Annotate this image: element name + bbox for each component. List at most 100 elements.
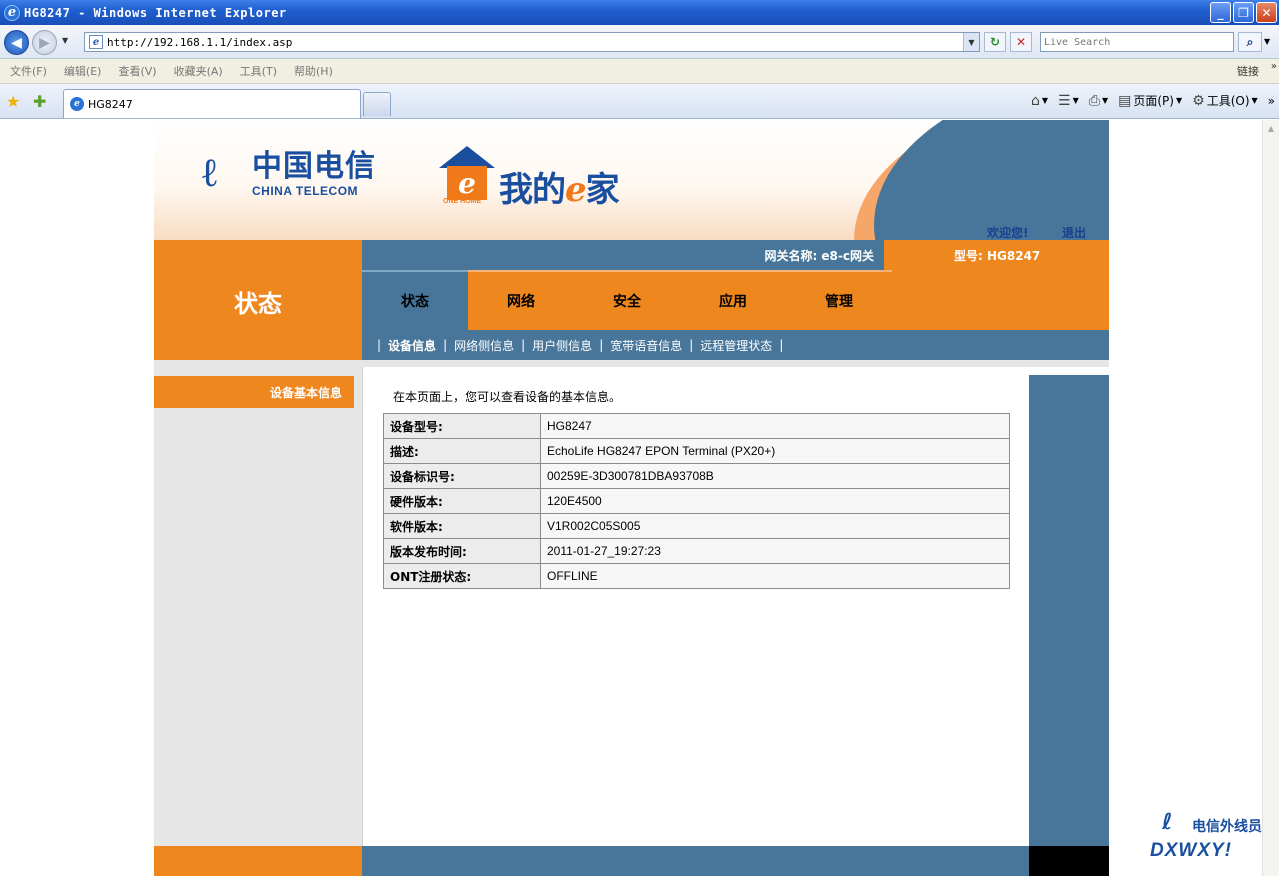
china-telecom-mark-icon: ℓ [202, 149, 217, 196]
search-box[interactable] [1040, 32, 1234, 52]
window-controls: _ ❐ ✕ [1210, 2, 1277, 23]
main-tabs: 状态 网络 安全 应用 管理 [362, 270, 1109, 330]
banner-swoosh-blue [874, 120, 1109, 240]
menu-help[interactable]: 帮助(H) [294, 63, 333, 79]
logout-link[interactable]: 退出 [1062, 224, 1086, 240]
left-subnav-block [154, 330, 362, 360]
table-row: 硬件版本: 120E4500 [383, 488, 1010, 514]
tab-network[interactable]: 网络 [468, 270, 574, 330]
minimize-button[interactable]: _ [1210, 2, 1231, 23]
command-bar: ⌂ ▼ ☰ ▼ ⎙ ▼ ▤ 页面(P) ▼ ⚙ 工具(O) ▼ » [1025, 92, 1275, 109]
page-menu-button[interactable]: ▤ 页面(P) ▼ [1118, 92, 1182, 109]
maximize-button[interactable]: ❐ [1233, 2, 1254, 23]
print-button[interactable]: ⎙ ▼ [1089, 93, 1108, 109]
url-field[interactable]: e http://192.168.1.1/index.asp ▼ [84, 32, 980, 52]
subnav-device-info[interactable]: 设备信息 [388, 337, 436, 354]
menu-view[interactable]: 查看(V) [118, 63, 156, 79]
home-button[interactable]: ⌂ ▼ [1031, 93, 1048, 109]
watermark: ℓ 电信外线员 DXWXY! [1150, 810, 1275, 865]
tools-menu-button[interactable]: ⚙ 工具(O) ▼ [1192, 92, 1258, 109]
back-button[interactable]: ◀ [4, 30, 29, 55]
menu-favorites[interactable]: 收藏夹(A) [174, 63, 223, 79]
ehome-sub: ONE HOME [443, 198, 482, 205]
sidebar: 设备基本信息 [154, 360, 362, 846]
refresh-button[interactable]: ↻ [984, 32, 1006, 52]
brand-cn: 中国电信 [252, 149, 376, 184]
page-viewport: ℓ 中国电信 CHINA TELECOM e ONE HOME 我的e家 欢迎您… [0, 120, 1279, 876]
tab-hg8247[interactable]: e HG8247 [63, 89, 361, 118]
search-options-icon[interactable]: ▼ [1264, 37, 1270, 46]
tab-management[interactable]: 管理 [786, 270, 892, 330]
table-row: 软件版本: V1R002C05S005 [383, 513, 1010, 539]
ehome-text: 我的e家 [499, 170, 620, 210]
history-dropdown-icon[interactable]: ▼ [62, 36, 68, 45]
feeds-button[interactable]: ☰ ▼ [1058, 93, 1079, 109]
menu-edit[interactable]: 编辑(E) [64, 63, 102, 79]
close-button[interactable]: ✕ [1256, 2, 1277, 23]
footer-right [1029, 846, 1109, 876]
tab-page-icon: e [70, 97, 84, 111]
watermark-en: DXWXY! [1150, 840, 1232, 861]
tab-status[interactable]: 状态 [362, 270, 468, 330]
tab-application[interactable]: 应用 [680, 270, 786, 330]
page-icon: e [89, 35, 103, 49]
brand-en: CHINA TELECOM [252, 184, 359, 198]
model-text: 型号: HG8247 [954, 249, 1041, 263]
menu-bar: 文件(F) 编辑(E) 查看(V) 收藏夹(A) 工具(T) 帮助(H) 链接 … [0, 59, 1279, 84]
welcome-text: 欢迎您! [987, 226, 1029, 240]
sidebar-item-device-basic-info[interactable]: 设备基本信息 [154, 376, 354, 408]
address-bar: ◀ ▶ ▼ e http://192.168.1.1/index.asp ▼ ↻… [0, 25, 1279, 59]
china-telecom-logo: ℓ 中国电信 CHINA TELECOM [202, 149, 376, 199]
gateway-name: 网关名称: e8-c网关 [764, 249, 874, 263]
subnav-lan-info[interactable]: 用户侧信息 [532, 337, 592, 354]
table-row: ONT注册状态: OFFLINE [383, 563, 1010, 589]
title-bar: e HG8247 - Windows Internet Explorer _ ❐… [0, 0, 1279, 25]
add-favorite-icon[interactable]: ✚ [33, 92, 46, 111]
sub-nav: | 设备信息 | 网络侧信息 | 用户侧信息 | 宽带语音信息 | 远程管理状态… [362, 330, 1109, 360]
new-tab-button[interactable] [363, 92, 391, 116]
device-info-table: 设备型号: HG8247 描述: EchoLife HG8247 EPON Term… [383, 413, 1010, 589]
chevron-more-icon[interactable]: » [1271, 61, 1277, 72]
search-button[interactable]: ⌕ [1238, 32, 1262, 52]
table-row: 描述: EchoLife HG8247 EPON Terminal (PX20+) [383, 438, 1010, 464]
window-title: HG8247 - Windows Internet Explorer [24, 5, 287, 20]
content-panel: 在本页面上，您可以查看设备的基本信息。 设备型号: HG8247 描述: EchoL… [362, 367, 1029, 846]
tab-security[interactable]: 安全 [574, 270, 680, 330]
favorites-star-icon[interactable]: ★ [6, 92, 20, 111]
watermark-logo-icon: ℓ [1162, 810, 1173, 835]
gear-icon: ⚙ [1192, 92, 1205, 109]
rss-icon: ☰ [1058, 92, 1071, 109]
subnav-remote-mgmt[interactable]: 远程管理状态 [700, 337, 772, 354]
tools-menu-label: 工具(O) [1206, 94, 1250, 108]
chevron-more-icon[interactable]: » [1268, 94, 1275, 108]
router-admin-page: ℓ 中国电信 CHINA TELECOM e ONE HOME 我的e家 欢迎您… [154, 120, 1109, 876]
ehome-logo: e ONE HOME 我的e家 [437, 146, 620, 211]
scroll-up-icon[interactable]: ▲ [1263, 120, 1279, 137]
home-icon: ⌂ [1031, 92, 1040, 109]
subnav-wan-info[interactable]: 网络侧信息 [454, 337, 514, 354]
header-banner: ℓ 中国电信 CHINA TELECOM e ONE HOME 我的e家 欢迎您… [154, 120, 1109, 240]
table-row: 版本发布时间: 2011-01-27_19:27:23 [383, 538, 1010, 564]
subnav-voice-info[interactable]: 宽带语音信息 [610, 337, 682, 354]
menu-file[interactable]: 文件(F) [10, 63, 47, 79]
intro-text: 在本页面上，您可以查看设备的基本信息。 [393, 390, 622, 404]
page-icon: ▤ [1118, 92, 1132, 109]
right-column [1029, 375, 1109, 846]
links-bar[interactable]: 链接 [1237, 63, 1259, 79]
url-dropdown-icon[interactable]: ▼ [963, 33, 979, 51]
tab-label: HG8247 [88, 97, 133, 111]
footer-left [154, 846, 362, 876]
menu-tools[interactable]: 工具(T) [240, 63, 277, 79]
stop-button[interactable]: ✕ [1010, 32, 1032, 52]
section-title: 状态 [234, 290, 282, 318]
vertical-scrollbar[interactable]: ▲ [1262, 120, 1279, 876]
model-bar: 型号: HG8247 [884, 240, 1109, 270]
search-input[interactable] [1044, 36, 1233, 48]
ie-logo-icon: e [4, 4, 20, 21]
watermark-cn: 电信外线员 [1192, 819, 1262, 835]
forward-button[interactable]: ▶ [32, 30, 57, 55]
divider [362, 360, 1109, 367]
footer-middle [362, 846, 1029, 876]
page-menu-label: 页面(P) [1133, 94, 1174, 108]
url-text[interactable]: http://192.168.1.1/index.asp [107, 36, 292, 49]
